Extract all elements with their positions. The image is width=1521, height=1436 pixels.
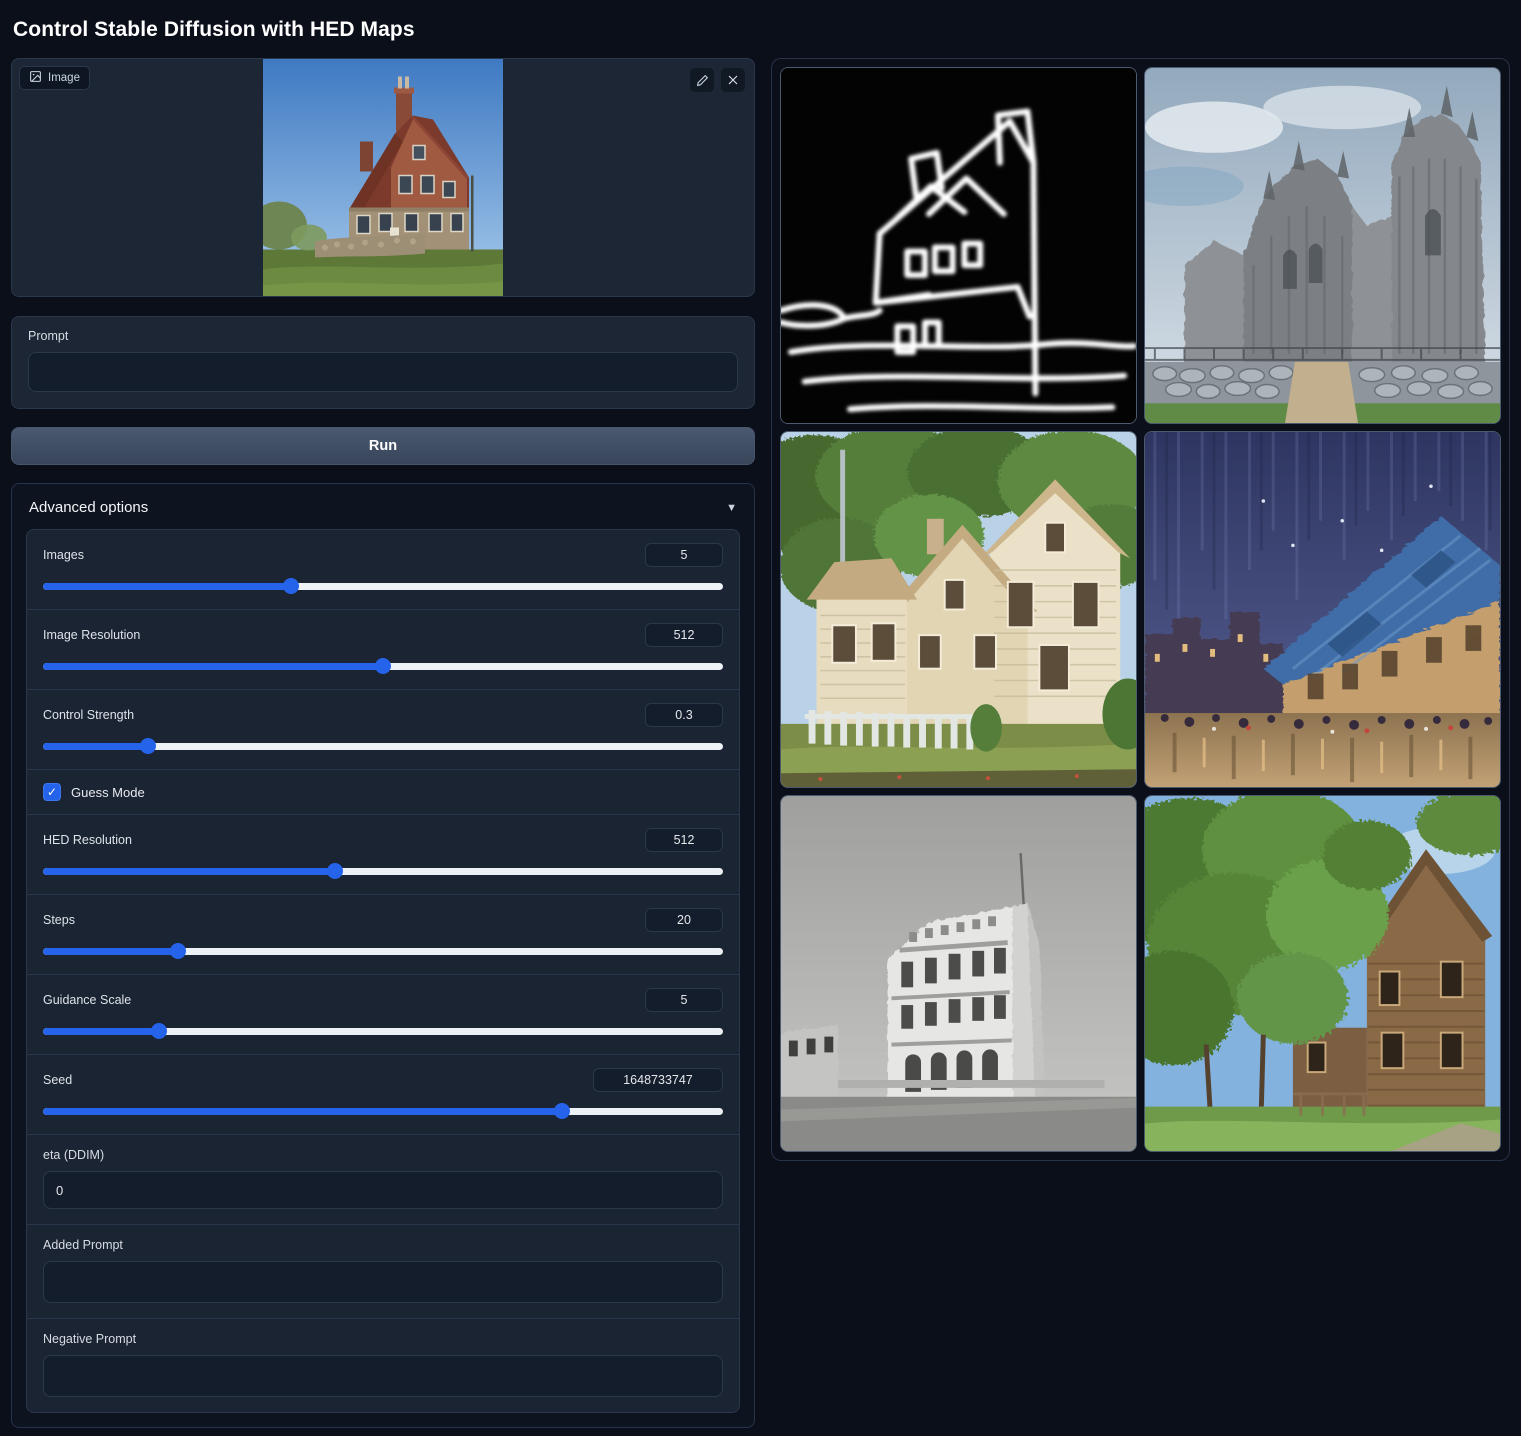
guess-mode-row: ✓ Guess Mode <box>27 769 739 814</box>
guidance-scale-slider[interactable] <box>43 1023 723 1039</box>
close-icon <box>727 74 739 86</box>
image-component-label: Image <box>19 66 90 90</box>
negative-prompt-input[interactable] <box>43 1355 723 1397</box>
prompt-panel: Prompt <box>11 316 755 409</box>
control-strength-value-input[interactable]: 0.3 <box>645 703 723 727</box>
prompt-label: Prompt <box>28 329 738 343</box>
control-strength-label: Control Strength <box>43 708 134 722</box>
eta-label: eta (DDIM) <box>43 1148 723 1162</box>
slider-handle[interactable] <box>375 658 391 674</box>
images-label: Images <box>43 548 84 562</box>
guidance-scale-slider-row: Guidance Scale 5 <box>27 974 739 1054</box>
pencil-icon <box>696 74 709 87</box>
run-button[interactable]: Run <box>11 427 755 465</box>
gallery-item-cathedral[interactable] <box>1144 67 1501 424</box>
gallery-item-wooden-house[interactable] <box>1144 795 1501 1152</box>
guidance-scale-label: Guidance Scale <box>43 993 131 1007</box>
slider-handle[interactable] <box>140 738 156 754</box>
output-gallery <box>771 58 1510 1161</box>
image-resolution-slider[interactable] <box>43 658 723 674</box>
steps-slider[interactable] <box>43 943 723 959</box>
gallery-item-bw-building[interactable] <box>780 795 1137 1152</box>
images-slider-row: Images 5 <box>27 530 739 609</box>
images-slider[interactable] <box>43 578 723 594</box>
chevron-down-icon: ▼ <box>726 502 737 514</box>
eta-row: eta (DDIM) <box>27 1134 739 1224</box>
gallery-item-hed-edge-map[interactable] <box>780 67 1137 424</box>
slider-handle[interactable] <box>151 1023 167 1039</box>
added-prompt-row: Added Prompt <box>27 1224 739 1318</box>
slider-handle[interactable] <box>170 943 186 959</box>
seed-slider-row: Seed 1648733747 <box>27 1054 739 1134</box>
uploaded-house-photo <box>263 59 503 296</box>
steps-label: Steps <box>43 913 75 927</box>
hed-resolution-slider-row: HED Resolution 512 <box>27 814 739 894</box>
image-resolution-label: Image Resolution <box>43 628 140 642</box>
guidance-scale-value-input[interactable]: 5 <box>645 988 723 1012</box>
added-prompt-input[interactable] <box>43 1261 723 1303</box>
advanced-options-group: Images 5 Image Resolution 512 <box>26 529 740 1413</box>
images-value-input[interactable]: 5 <box>645 543 723 567</box>
hed-resolution-value-input[interactable]: 512 <box>645 828 723 852</box>
clear-image-button[interactable] <box>721 68 745 92</box>
image-resolution-slider-row: Image Resolution 512 <box>27 609 739 689</box>
gradio-app: Control Stable Diffusion with HED Maps I… <box>0 0 1521 1436</box>
hed-resolution-slider[interactable] <box>43 863 723 879</box>
eta-input[interactable] <box>43 1171 723 1209</box>
edit-image-button[interactable] <box>690 68 714 92</box>
seed-label: Seed <box>43 1073 72 1087</box>
guess-mode-checkbox[interactable]: ✓ <box>43 783 61 801</box>
control-strength-slider[interactable] <box>43 738 723 754</box>
image-icon <box>29 70 42 86</box>
advanced-options-accordion: Advanced options ▼ Images 5 <box>11 483 755 1428</box>
added-prompt-label: Added Prompt <box>43 1238 723 1252</box>
seed-slider[interactable] <box>43 1103 723 1119</box>
advanced-options-header[interactable]: Advanced options ▼ <box>12 484 754 529</box>
negative-prompt-row: Negative Prompt <box>27 1318 739 1412</box>
gallery-item-impressionist-painting[interactable] <box>1144 431 1501 788</box>
page-title: Control Stable Diffusion with HED Maps <box>13 18 1510 42</box>
steps-value-input[interactable]: 20 <box>645 908 723 932</box>
gallery-item-cream-cottage[interactable] <box>780 431 1137 788</box>
image-upload-component[interactable]: Image <box>11 58 755 297</box>
slider-handle[interactable] <box>327 863 343 879</box>
guess-mode-label: Guess Mode <box>71 785 145 800</box>
control-strength-slider-row: Control Strength 0.3 <box>27 689 739 769</box>
hed-resolution-label: HED Resolution <box>43 833 132 847</box>
advanced-options-title: Advanced options <box>29 499 148 516</box>
controls-column: Image <box>11 58 755 1428</box>
image-resolution-value-input[interactable]: 512 <box>645 623 723 647</box>
prompt-input[interactable] <box>28 352 738 392</box>
steps-slider-row: Steps 20 <box>27 894 739 974</box>
slider-handle[interactable] <box>283 578 299 594</box>
seed-value-input[interactable]: 1648733747 <box>593 1068 723 1092</box>
negative-prompt-label: Negative Prompt <box>43 1332 723 1346</box>
slider-handle[interactable] <box>554 1103 570 1119</box>
checkmark-icon: ✓ <box>47 785 57 799</box>
